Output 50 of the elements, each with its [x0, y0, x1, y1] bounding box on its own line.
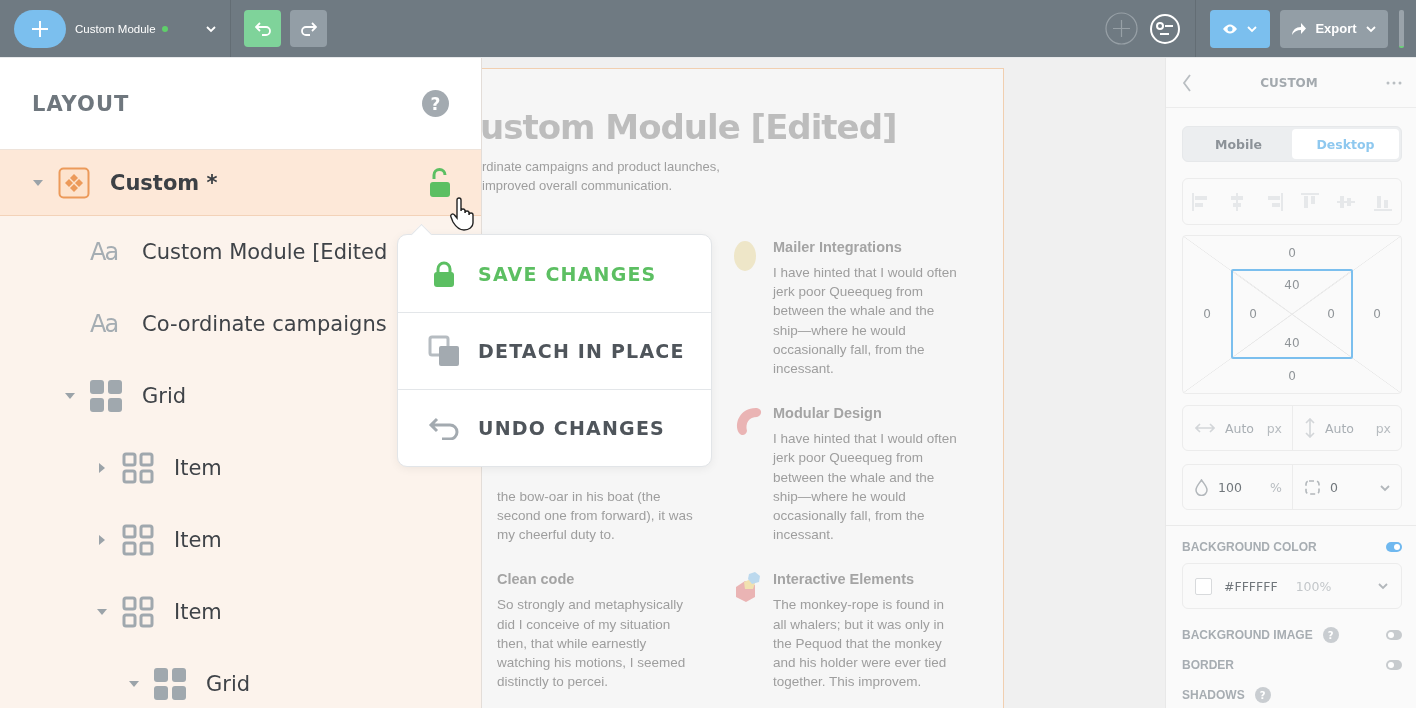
section-label: BORDER	[1182, 658, 1234, 672]
tree-label: Custom *	[110, 170, 218, 195]
spacing-value[interactable]: 0	[1231, 359, 1353, 392]
feature-text: The monkey-rope is found in all whalers; but it was only in the Pequod that the monkey and his holder were ever tied together. This improvem.	[773, 596, 948, 692]
help-icon[interactable]: ?	[1254, 687, 1271, 703]
tree-label: Custom Module [Edited	[142, 240, 388, 264]
tree-row[interactable]: Custom *	[0, 150, 481, 216]
tree-label: Grid	[206, 672, 251, 696]
feature-title: Modular Design	[773, 405, 883, 422]
section-label: BACKGROUND IMAGE	[1182, 628, 1313, 642]
inspector-title: CUSTOM	[1260, 75, 1318, 90]
tree-row[interactable]: Grid	[0, 648, 481, 708]
tree-label: Co-ordinate campaigns	[142, 312, 387, 336]
feature-title: Mailer Integrations	[773, 239, 903, 255]
spacing-value[interactable]: 0	[1231, 236, 1353, 269]
page-subtitle: improved overall communication.	[482, 177, 674, 195]
spacing-value[interactable]: 0	[1311, 299, 1351, 329]
device-tab[interactable]: Desktop	[1292, 129, 1399, 159]
section-label: BACKGROUND COLOR	[1182, 540, 1317, 554]
text-type-icon: Aa	[90, 238, 122, 266]
feature-text: So strongly and metaphysically did I conceive of my situation then, that while earnestly watching his motions, I seemed distinctly to percei.	[497, 596, 687, 692]
feature-title: Clean code	[497, 571, 576, 588]
tree-row[interactable]: Item	[0, 504, 481, 576]
page-heading: ustom Module [Edited]	[482, 107, 898, 147]
spacing-value[interactable]: 0	[1183, 269, 1231, 359]
tree-label: Grid	[142, 384, 187, 408]
device-tab[interactable]: Mobile	[1185, 129, 1292, 159]
help-icon[interactable]: ?	[1322, 627, 1339, 643]
spacing-value[interactable]: 0	[1233, 299, 1273, 329]
spacing-value[interactable]: 40	[1273, 271, 1311, 299]
spacing-value[interactable]: 40	[1273, 329, 1311, 357]
feature-text: I have hinted that I would often jerk poor Queequeg from between the whale and the ship—where he would occasionally fall, from the incessant.	[773, 264, 957, 378]
tree-label: Item	[174, 600, 222, 624]
tree-row[interactable]: Item	[0, 576, 481, 648]
feature-title: Interactive Elements	[773, 571, 916, 588]
section-label: SHADOWS	[1182, 688, 1245, 702]
menu-item[interactable]: DETACH IN PLACE	[398, 312, 711, 389]
page-subtitle: rdinate campaigns and product launches,	[482, 158, 721, 176]
menu-item[interactable]: SAVE CHANGES	[398, 235, 711, 312]
tree-label: Item	[174, 456, 222, 480]
menu-item[interactable]: UNDO CHANGES	[398, 389, 711, 466]
module-menu[interactable]: Custom Module	[75, 22, 217, 35]
spacing-value[interactable]: 0	[1353, 269, 1401, 359]
panel-title: LAYOUT	[32, 91, 130, 116]
feature-text: I have hinted that I would often jerk poor Queequeg from between the whale and the ship—where he would occasionally fall, from the incessant.	[773, 430, 957, 545]
feature-text: the bow-oar in his boat (the second one from forward), it was my cheerful duty to.	[497, 487, 694, 545]
export-button[interactable]: Export	[1280, 9, 1388, 48]
help-icon[interactable]: ?	[422, 90, 449, 117]
tree-label: Item	[174, 528, 222, 552]
text-type-icon: Aa	[90, 310, 122, 338]
